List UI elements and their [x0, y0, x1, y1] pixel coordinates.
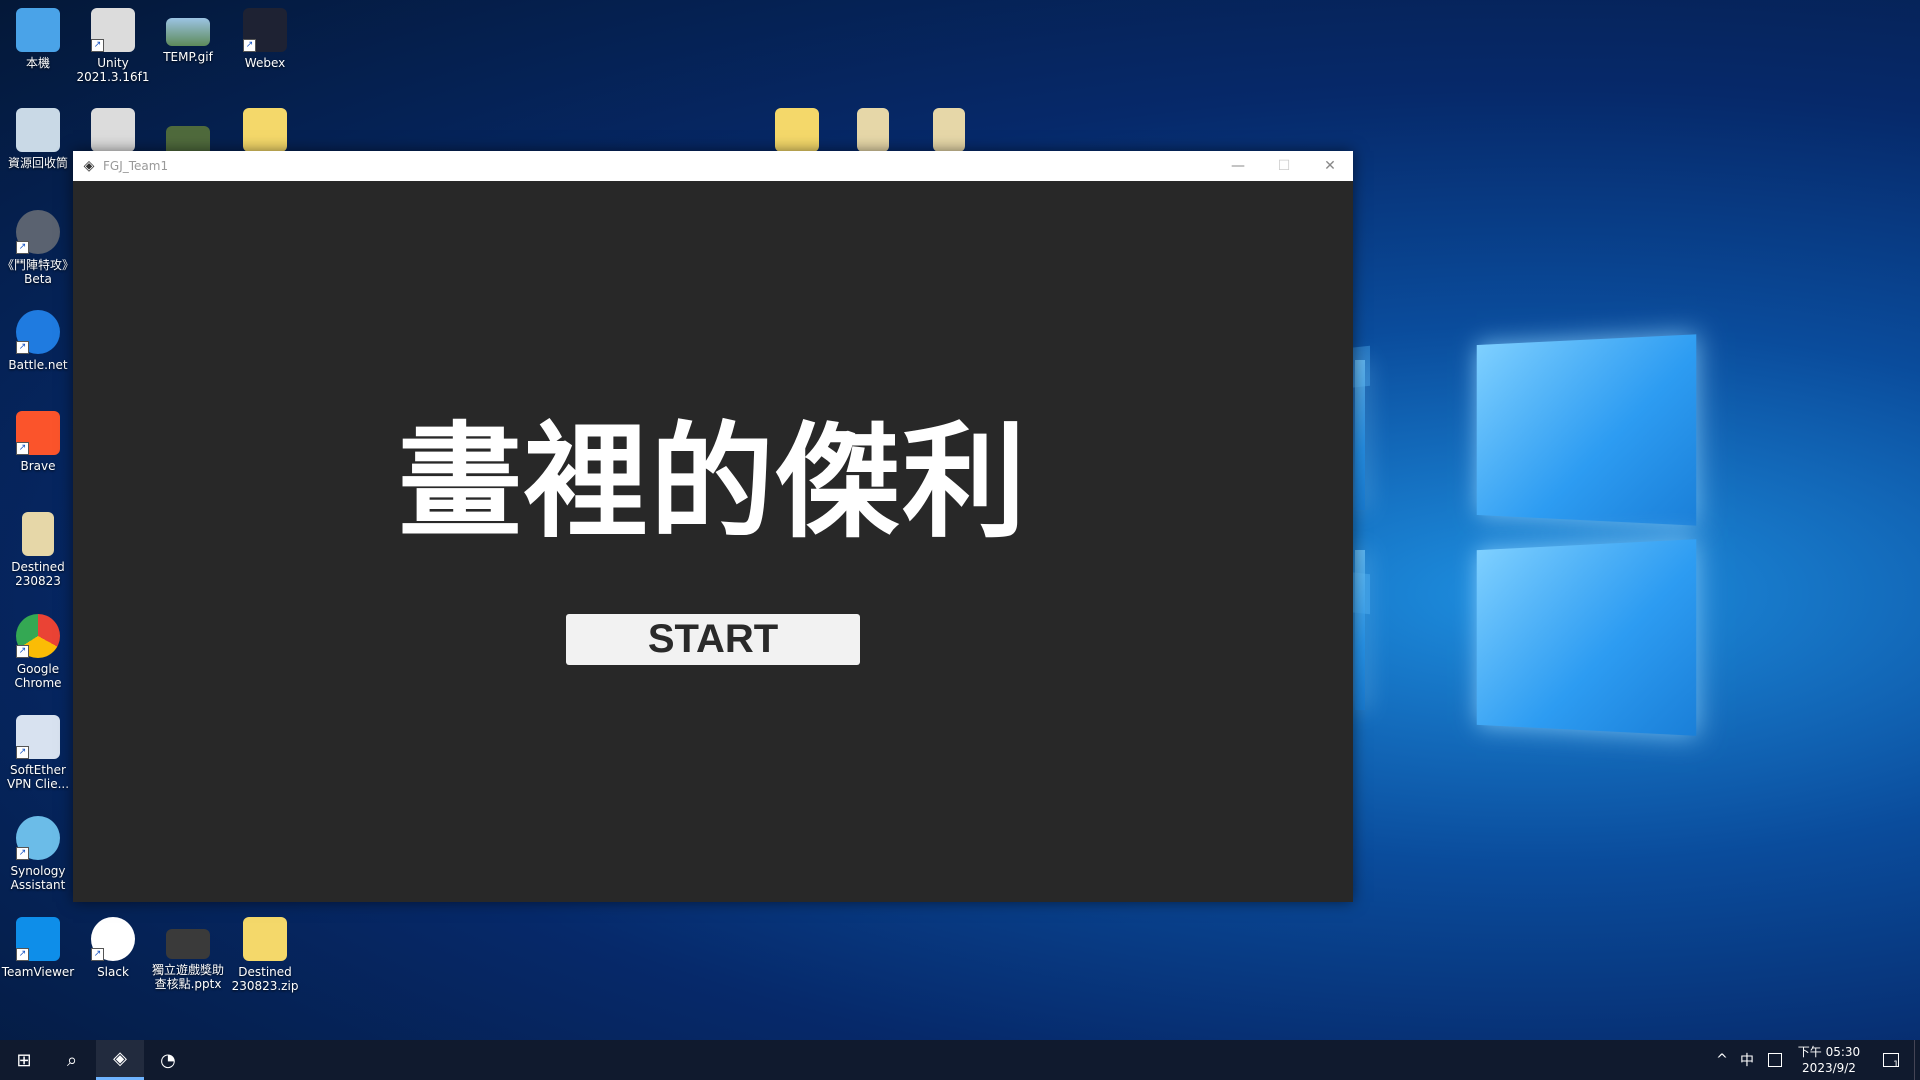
desktop-icon-zip-folder[interactable]: [227, 108, 303, 156]
desktop-icon-unity[interactable]: ↗ Unity 2021.3.16f1: [75, 8, 151, 84]
desktop-icon-pptx[interactable]: 獨立遊戲獎助 查核點.pptx: [150, 917, 226, 991]
unity-icon: [91, 108, 135, 152]
desktop-icon-recycle-bin[interactable]: 資源回收筒: [0, 108, 76, 170]
clock-date: 2023/9/2: [1802, 1061, 1856, 1075]
windows-logo: [1355, 334, 1705, 740]
desktop-icon-zip-folder-2[interactable]: [759, 108, 835, 156]
taskbar-unity-app[interactable]: ◈: [96, 1040, 144, 1080]
shortcut-arrow-icon: ↗: [91, 39, 104, 52]
notification-center-button[interactable]: 1: [1876, 1040, 1906, 1080]
desktop-icon-teamviewer[interactable]: ↗ TeamViewer: [0, 917, 76, 979]
desktop-icon-brave[interactable]: ↗ Brave: [0, 411, 76, 473]
notification-icon: [1883, 1053, 1900, 1067]
chevron-up-icon: ^: [1716, 1052, 1728, 1068]
search-icon: ⌕: [66, 1049, 78, 1071]
start-button-windows[interactable]: ⊞: [0, 1040, 48, 1080]
desktop-icon-synology[interactable]: ↗ Synology Assistant: [0, 816, 76, 892]
overwatch-icon: ↗: [16, 210, 60, 254]
shortcut-arrow-icon: ↗: [91, 948, 104, 961]
ime-indicator[interactable]: 中: [1734, 1040, 1760, 1080]
window-titlebar[interactable]: ◈ FGJ_Team1 — ☐ ✕: [73, 151, 1353, 181]
shortcut-arrow-icon: ↗: [16, 241, 29, 254]
desktop-icon-file-3[interactable]: [911, 108, 987, 156]
desktop-icon-destined-zip[interactable]: Destined 230823.zip: [227, 917, 303, 993]
shortcut-arrow-icon: ↗: [16, 645, 29, 658]
shortcut-arrow-icon: ↗: [16, 847, 29, 860]
desktop-icon-file-2[interactable]: [835, 108, 911, 156]
windows-start-icon: ⊞: [16, 1049, 32, 1071]
gauge-icon: ◔: [160, 1049, 176, 1071]
computer-icon: [16, 8, 60, 52]
desktop-icon-slack[interactable]: ↗ Slack: [75, 917, 151, 979]
shortcut-arrow-icon: ↗: [16, 442, 29, 455]
desktop-icon-unity-2[interactable]: [75, 108, 151, 156]
desktop-icon-battlenet[interactable]: ↗ Battle.net: [0, 310, 76, 372]
unity-icon: ↗: [91, 8, 135, 52]
clock-time: 下午 05:30: [1797, 1045, 1861, 1059]
desktop-icon-overwatch[interactable]: ↗ 《鬥陣特攻》 Beta: [0, 210, 76, 286]
brave-icon: ↗: [16, 411, 60, 455]
zip-folder-icon: [243, 917, 287, 961]
softether-icon: ↗: [16, 715, 60, 759]
window-title: FGJ_Team1: [103, 159, 169, 173]
game-window[interactable]: ◈ FGJ_Team1 — ☐ ✕ 畫裡的傑利 START: [73, 151, 1353, 902]
zip-folder-icon: [243, 108, 287, 152]
shortcut-arrow-icon: ↗: [16, 948, 29, 961]
pptx-icon: [166, 929, 210, 959]
tray-overflow-button[interactable]: ^: [1710, 1040, 1734, 1080]
taskbar: ⊞ ⌕ ◈ ◔ ^ 中 下午 05:30 2023/9/2 1: [0, 1040, 1920, 1080]
desktop-icon-destined[interactable]: Destined 230823: [0, 512, 76, 588]
tray-app-icon[interactable]: [1762, 1040, 1788, 1080]
webex-icon: ↗: [243, 8, 287, 52]
shortcut-arrow-icon: ↗: [243, 39, 256, 52]
recycle-bin-icon: [16, 108, 60, 152]
synology-icon: ↗: [16, 816, 60, 860]
search-button[interactable]: ⌕: [48, 1040, 96, 1080]
desktop-icon-chrome[interactable]: ↗ Google Chrome: [0, 614, 76, 690]
maximize-button[interactable]: ☐: [1261, 151, 1307, 181]
file-icon: [22, 512, 54, 556]
chrome-icon: ↗: [16, 614, 60, 658]
notepad-tray-icon: [1768, 1053, 1782, 1067]
close-button[interactable]: ✕: [1307, 151, 1353, 181]
game-title: 畫裡的傑利: [397, 411, 1028, 555]
file-icon: [933, 108, 965, 152]
desktop-icon-temp-gif[interactable]: TEMP.gif: [150, 8, 226, 64]
teamviewer-icon: ↗: [16, 917, 60, 961]
unity-icon: ◈: [113, 1048, 127, 1069]
file-icon: [857, 108, 889, 152]
desktop-icon-this-pc[interactable]: 本機: [0, 8, 76, 70]
battlenet-icon: ↗: [16, 310, 60, 354]
gif-image-icon: [166, 18, 210, 46]
slack-icon: ↗: [91, 917, 135, 961]
taskbar-clock[interactable]: 下午 05:30 2023/9/2: [1794, 1044, 1864, 1076]
zip-folder-icon: [775, 108, 819, 152]
desktop-icon-softether[interactable]: ↗ SoftEther VPN Clie...: [0, 715, 76, 791]
shortcut-arrow-icon: ↗: [16, 746, 29, 759]
unity-icon: ◈: [83, 158, 95, 174]
shortcut-arrow-icon: ↗: [16, 341, 29, 354]
desktop-icon-webex[interactable]: ↗ Webex: [227, 8, 303, 70]
taskbar-gauge-app[interactable]: ◔: [144, 1040, 192, 1080]
show-desktop-button[interactable]: [1914, 1040, 1920, 1080]
start-button[interactable]: START: [566, 614, 860, 665]
minimize-button[interactable]: —: [1215, 151, 1261, 181]
